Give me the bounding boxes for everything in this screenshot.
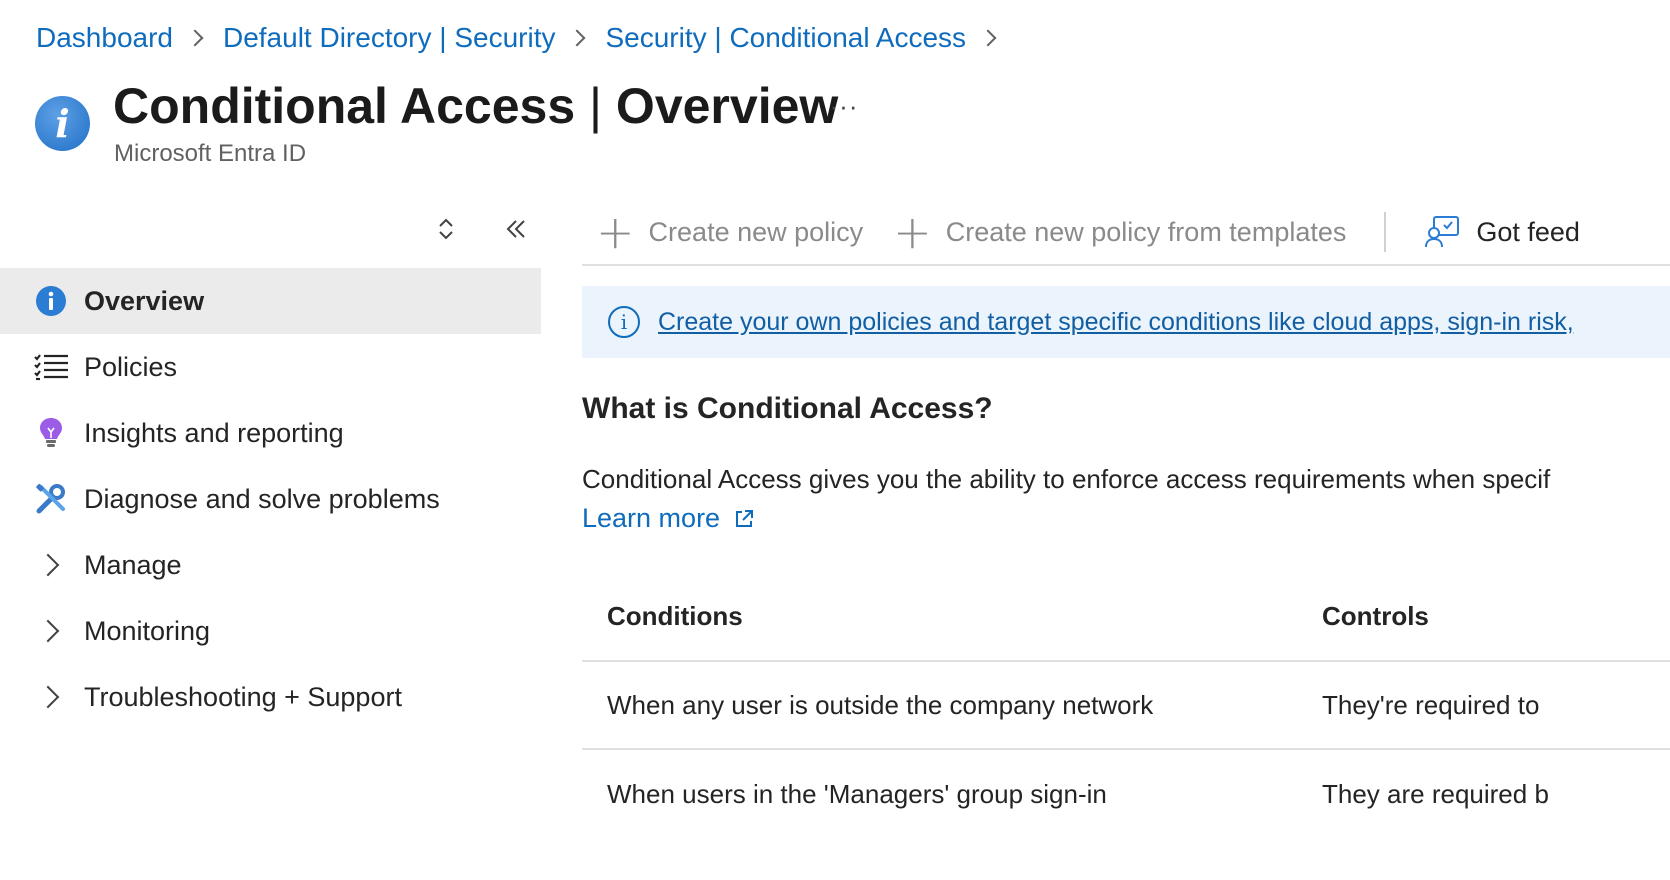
description-text: Conditional Access gives you the ability… [582, 464, 1551, 494]
chevron-right-icon [186, 29, 204, 47]
sidebar-item-policies[interactable]: Policies [0, 334, 541, 400]
sidebar-item-troubleshooting-support[interactable]: Troubleshooting + Support [0, 664, 541, 730]
sidebar-item-diagnose-and-solve-problems[interactable]: Diagnose and solve problems [0, 466, 541, 532]
sidebar-item-monitoring[interactable]: Monitoring [0, 598, 541, 664]
chevron-right-icon [34, 548, 68, 582]
learn-more-link[interactable]: Learn more [582, 503, 754, 534]
banner-link[interactable]: Create your own policies and target spec… [658, 308, 1574, 337]
sidebar-item-label: Manage [84, 549, 182, 580]
chevron-right-icon [34, 680, 68, 714]
page-title-main: Conditional Access [113, 78, 576, 134]
list-icon [34, 350, 68, 384]
sidebar-item-overview[interactable]: Overview [0, 268, 541, 334]
info-icon [34, 284, 68, 318]
sidebar-item-label: Policies [84, 351, 178, 382]
table-cell-condition: When users in the 'Managers' group sign-… [607, 778, 1107, 809]
lightbulb-icon [34, 416, 68, 450]
chevron-right-icon [568, 29, 586, 47]
feedback-button[interactable]: Got feed [1424, 215, 1580, 249]
page-title: Conditional Access | Overview [113, 76, 838, 136]
sidebar-item-insights-and-reporting[interactable]: Insights and reporting [0, 400, 541, 466]
feedback-label: Got feed [1476, 216, 1580, 247]
sidebar-item-label: Insights and reporting [84, 417, 344, 448]
plus-icon: + [596, 205, 635, 259]
page-title-section: Overview [615, 78, 839, 134]
sidebar-item-manage[interactable]: Manage [0, 532, 541, 598]
breadcrumb: Dashboard Default Directory | Security S… [36, 18, 1016, 58]
info-circle-icon: i [608, 306, 640, 338]
table-row: When any user is outside the company net… [582, 662, 1670, 750]
table-row: When users in the 'Managers' group sign-… [582, 750, 1670, 838]
more-options-button[interactable]: ··· [826, 88, 862, 124]
feedback-icon [1424, 215, 1460, 249]
sidebar: Overview Policies Insights and reporting… [0, 268, 541, 730]
page-title-separator: | [575, 78, 616, 134]
create-from-templates-label: Create new policy from templates [945, 216, 1347, 247]
sidebar-item-label: Overview [84, 285, 205, 316]
collapse-sidebar-icon[interactable] [500, 212, 532, 246]
info-icon: i [35, 96, 90, 151]
section-heading: What is Conditional Access? [582, 392, 993, 425]
create-policy-from-templates-button[interactable]: + Create new policy from templates [893, 209, 1346, 255]
sidebar-item-label: Troubleshooting + Support [84, 681, 402, 712]
breadcrumb-dashboard[interactable]: Dashboard [36, 22, 173, 54]
chevron-right-icon [979, 29, 997, 47]
sidebar-item-label: Monitoring [84, 615, 211, 646]
chevron-right-icon [34, 614, 68, 648]
table-cell-control: They're required to [1322, 689, 1540, 720]
wrench-icon [34, 482, 68, 516]
plus-icon: + [893, 205, 932, 259]
breadcrumb-default-directory-security[interactable]: Default Directory | Security [223, 22, 556, 54]
column-header-conditions: Conditions [607, 600, 743, 631]
breadcrumb-security-conditional-access[interactable]: Security | Conditional Access [605, 22, 966, 54]
column-header-controls: Controls [1322, 600, 1429, 631]
table-header: Conditions Controls [582, 572, 1670, 662]
conditions-controls-table: Conditions Controls When any user is out… [582, 572, 1670, 838]
external-link-icon [734, 509, 754, 529]
learn-more-label: Learn more [582, 503, 721, 533]
expand-collapse-all-icon[interactable] [431, 212, 461, 246]
table-cell-control: They are required b [1322, 778, 1549, 809]
page-subtitle: Microsoft Entra ID [114, 140, 307, 167]
table-cell-condition: When any user is outside the company net… [607, 689, 1154, 720]
command-bar: + Create new policy + Create new policy … [582, 200, 1670, 266]
info-banner: i Create your own policies and target sp… [582, 286, 1670, 358]
create-new-policy-label: Create new policy [648, 216, 864, 247]
create-new-policy-button[interactable]: + Create new policy [596, 209, 863, 255]
toolbar-divider [1384, 212, 1387, 252]
sidebar-item-label: Diagnose and solve problems [84, 483, 440, 514]
